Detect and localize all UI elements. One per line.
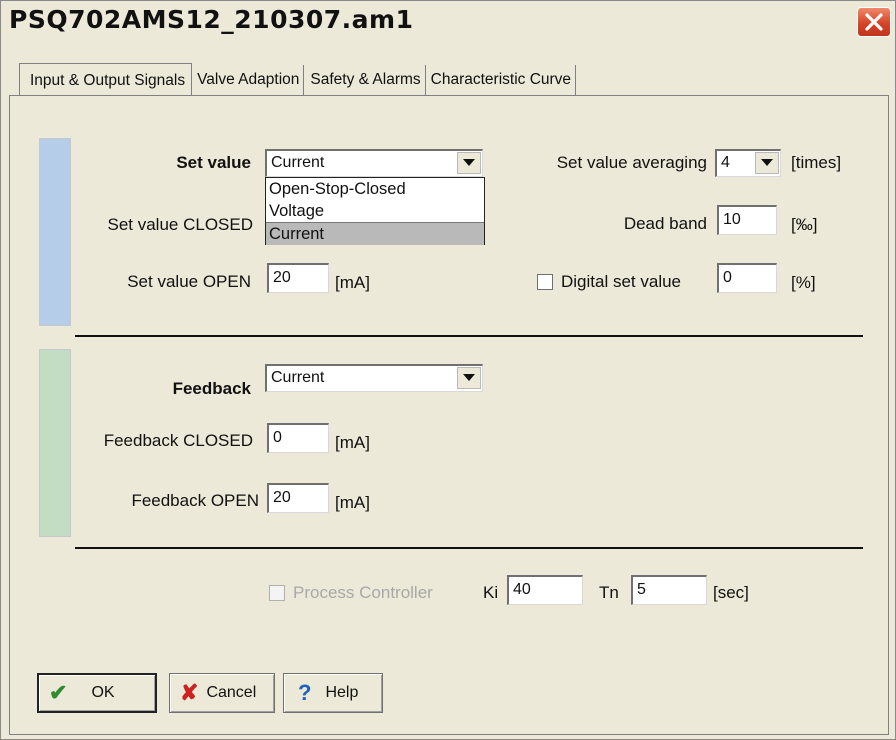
question-mark-icon: ? <box>298 680 312 705</box>
title-bar[interactable]: PSQ702AMS12_210307.am1 <box>1 1 895 43</box>
dialog-window: PSQ702AMS12_210307.am1 Input & Output Si… <box>0 0 896 740</box>
feedback-label: Feedback <box>172 379 251 398</box>
ki-label: Ki <box>483 583 499 602</box>
tn-field[interactable]: 5 <box>631 575 707 605</box>
dropdown-option-current[interactable]: Current <box>266 222 484 245</box>
tab-input-output-signals[interactable]: Input & Output Signals <box>19 63 193 95</box>
feedback-open-label: Feedback OPEN <box>131 491 259 510</box>
set-value-averaging-selected: 4 <box>721 154 730 171</box>
set-value-averaging-label: Set value averaging <box>556 153 707 172</box>
tn-unit: [sec] <box>713 583 749 602</box>
set-value-averaging-unit: [times] <box>791 153 842 172</box>
section-divider <box>75 547 863 549</box>
dead-band-label: Dead band <box>623 214 707 233</box>
dead-band-unit: [‰] <box>791 215 818 234</box>
tab-safety-alarms[interactable]: Safety & Alarms <box>304 65 426 95</box>
dropdown-option-open-stop-closed[interactable]: Open-Stop-Closed <box>266 178 484 200</box>
chevron-down-icon[interactable] <box>457 367 481 389</box>
digital-set-value-unit: [%] <box>791 273 816 292</box>
process-controller-checkbox[interactable] <box>269 585 285 601</box>
chevron-down-icon[interactable] <box>457 152 481 174</box>
set-value-averaging-select[interactable]: 4 <box>715 149 781 177</box>
feedback-selected: Current <box>271 369 325 386</box>
close-button[interactable] <box>857 7 891 37</box>
close-x-icon <box>865 13 883 31</box>
feedback-select[interactable]: Current <box>265 364 483 392</box>
feedback-closed-field[interactable]: 0 <box>267 423 329 453</box>
set-value-open-field[interactable]: 20 <box>267 263 329 293</box>
tab-valve-adaption[interactable]: Valve Adaption <box>192 65 305 95</box>
set-value-open-unit: [mA] <box>335 273 370 292</box>
feedback-open-field[interactable]: 20 <box>267 483 329 513</box>
help-button-label: Help <box>325 684 359 701</box>
set-value-closed-label: Set value CLOSED <box>107 215 253 234</box>
x-cross-icon: ✘ <box>180 680 199 705</box>
ok-button-label: OK <box>91 684 115 701</box>
process-controller-label: Process Controller <box>293 583 433 602</box>
section-divider <box>75 335 863 337</box>
set-value-label: Set value <box>176 153 251 172</box>
digital-set-value-label: Digital set value <box>561 272 682 291</box>
feedback-closed-label: Feedback CLOSED <box>103 431 253 450</box>
feedback-open-unit: [mA] <box>335 493 370 512</box>
ok-button[interactable]: ✔ OK <box>37 673 157 713</box>
set-value-select[interactable]: Current <box>265 149 483 177</box>
help-button[interactable]: ? Help <box>283 673 383 713</box>
feedback-closed-unit: [mA] <box>335 433 370 452</box>
set-value-selected: Current <box>271 154 325 171</box>
cancel-button[interactable]: ✘ Cancel <box>169 673 275 713</box>
dropdown-option-voltage[interactable]: Voltage <box>266 200 484 222</box>
checkmark-icon: ✔ <box>49 680 68 705</box>
chevron-down-icon[interactable] <box>755 152 779 174</box>
ki-field[interactable]: 40 <box>507 575 583 605</box>
window-title: PSQ702AMS12_210307.am1 <box>9 5 414 34</box>
tab-strip: Input & Output Signals Valve Adaption Sa… <box>19 63 577 95</box>
digital-set-value-checkbox[interactable] <box>537 274 553 290</box>
cancel-button-label: Cancel <box>206 684 257 701</box>
digital-set-value-field[interactable]: 0 <box>717 263 777 293</box>
dead-band-field[interactable]: 10 <box>717 205 777 235</box>
set-value-open-label: Set value OPEN <box>127 272 251 291</box>
tn-label: Tn <box>599 583 619 602</box>
set-value-dropdown-list: Open-Stop-Closed Voltage Current <box>265 177 485 245</box>
tab-characteristic-curve[interactable]: Characteristic Curve <box>426 65 577 95</box>
